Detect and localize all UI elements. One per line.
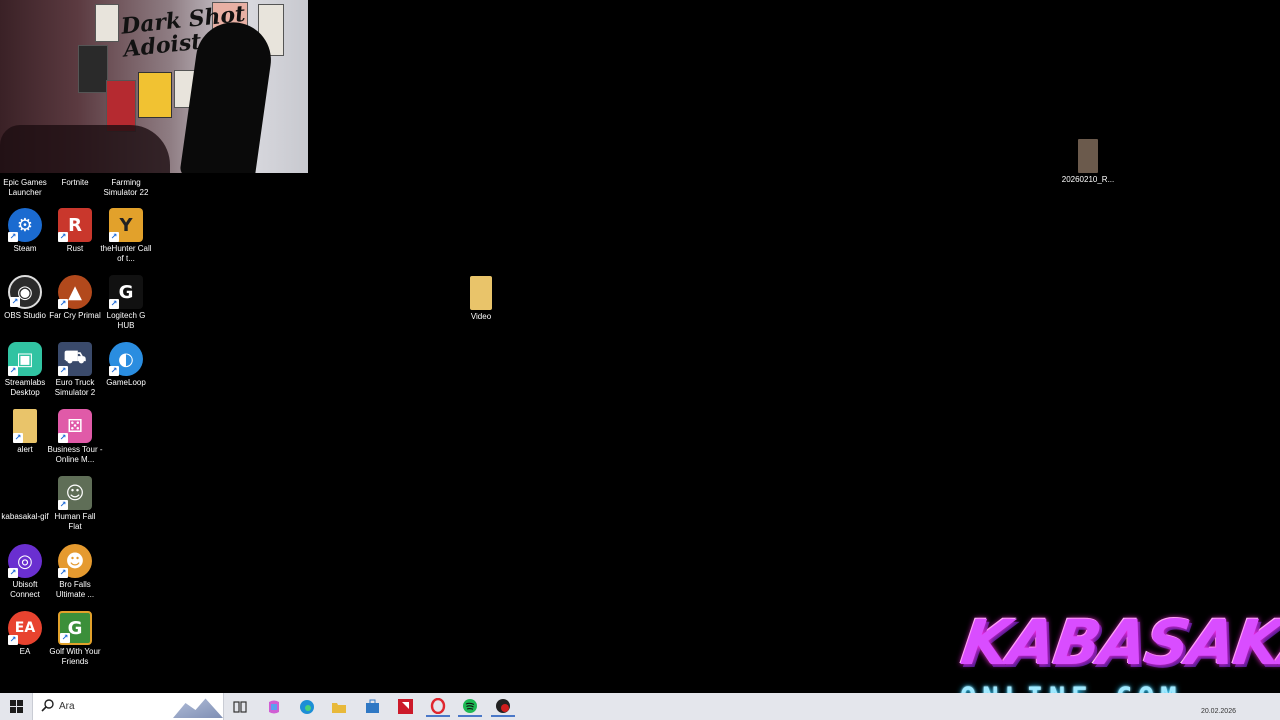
desktop-icon-alert[interactable]: ↗ alert — [0, 409, 53, 455]
streamlabs-icon: ▣ ↗ — [8, 342, 42, 376]
windows-logo-icon — [9, 700, 23, 713]
desktop-icon-logitech[interactable]: G ↗ Logitech G HUB — [98, 275, 154, 331]
store-icon — [365, 699, 379, 713]
taskbar-file-explorer[interactable] — [327, 696, 351, 717]
desktop-icon-euro-truck[interactable]: ⛟ ↗ Euro Truck Simulator 2 — [47, 342, 103, 398]
desktop-icon-rust[interactable]: R ↗ Rust — [47, 208, 103, 254]
start-button[interactable] — [4, 696, 28, 717]
ea-icon: EA ↗ — [8, 611, 42, 645]
desktop-icon-human-fall-flat[interactable]: ☺ ↗ Human Fall Flat — [47, 476, 103, 532]
amd-icon — [397, 699, 413, 714]
desktop-icon-steam[interactable]: ⚙ ↗ Steam — [0, 208, 53, 254]
alert-icon: ↗ — [13, 409, 37, 443]
obs-icon: ◉ ↗ — [8, 275, 42, 309]
steam-icon: ⚙ ↗ — [8, 208, 42, 242]
desktop-icon-kabasakal-gif[interactable]: kabasakal-gif — [0, 476, 53, 522]
folder-icon — [470, 276, 492, 310]
human-fall-flat-icon: ☺ ↗ — [58, 476, 92, 510]
taskbar-edge[interactable] — [295, 696, 319, 717]
logitech-g-icon: G ↗ — [109, 275, 143, 309]
taskbar-task-view[interactable] — [228, 696, 252, 717]
desktop-icon-video-folder[interactable]: Video — [453, 276, 509, 322]
desktop-icon-obs[interactable]: ◉ ↗ OBS Studio — [0, 275, 53, 321]
edge-icon — [300, 699, 314, 714]
taskbar-copilot[interactable] — [262, 696, 286, 717]
thehunter-icon: Y ↗ — [109, 208, 143, 242]
business-tour-icon: ⚄ ↗ — [58, 409, 92, 443]
record-icon — [496, 698, 510, 713]
taskbar-store[interactable] — [360, 696, 384, 717]
system-tray: 20.02.2026 — [1046, 697, 1276, 717]
desktop-icon-fortnite[interactable]: Fortnite — [47, 142, 103, 188]
opera-icon — [430, 697, 446, 714]
desktop-icon-bro-falls[interactable]: ☻ ↗ Bro Falls Ultimate ... — [47, 544, 103, 600]
desktop-icon-golf-with-friends[interactable]: G ↗ Golf With Your Friends — [47, 611, 103, 667]
desktop-icon-ea[interactable]: EA ↗ EA — [0, 611, 53, 657]
euro-truck-icon: ⛟ ↗ — [58, 342, 92, 376]
taskbar-search[interactable]: Ara — [32, 693, 224, 720]
desktop-icon-ubisoft[interactable]: ◎ ↗ Ubisoft Connect — [0, 544, 53, 600]
taskbar-amd-software[interactable] — [393, 696, 417, 717]
taskbar: Ara 20.02.2026 — [0, 693, 1280, 720]
golf-with-friends-icon: G ↗ — [58, 611, 92, 645]
ubisoft-icon: ◎ ↗ — [8, 544, 42, 578]
spotify-icon — [463, 698, 477, 713]
search-icon — [41, 699, 54, 712]
desktop-icon-epic-games[interactable]: Epic Games Launcher — [0, 142, 53, 198]
desktop-icon-thehunter[interactable]: Y ↗ theHunter Call of t... — [98, 208, 154, 264]
search-highlight-image — [173, 698, 223, 718]
task-view-icon — [233, 700, 247, 713]
taskbar-opera[interactable] — [426, 696, 450, 717]
warning-sign-icon — [138, 72, 172, 118]
image-file-icon — [1078, 139, 1098, 173]
gif-file-icon — [8, 476, 42, 510]
desktop-icon-far-cry-primal[interactable]: ▲ ↗ Far Cry Primal — [47, 275, 103, 321]
folder-icon — [332, 702, 346, 713]
taskbar-recorder[interactable] — [491, 696, 515, 717]
rust-icon: R ↗ — [58, 208, 92, 242]
tray-date: 20.02.2026 — [1200, 708, 1236, 715]
desktop-icon-farming-simulator[interactable]: Farming Simulator 22 — [98, 142, 154, 198]
desktop-icon-gameloop[interactable]: ◐ ↗ GameLoop — [98, 342, 154, 388]
bro-falls-icon: ☻ ↗ — [58, 544, 92, 578]
desktop-icon-streamlabs[interactable]: ▣ ↗ Streamlabs Desktop — [0, 342, 53, 398]
search-placeholder: Ara — [59, 701, 75, 712]
gameloop-icon: ◐ ↗ — [109, 342, 143, 376]
copilot-icon — [269, 700, 279, 713]
desktop-icon-business-tour[interactable]: ⚄ ↗ Business Tour - Online M... — [47, 409, 103, 465]
taskbar-spotify[interactable] — [458, 696, 482, 717]
far-cry-primal-icon: ▲ ↗ — [58, 275, 92, 309]
desktop-icon-image-file[interactable]: 20260210_R... — [1060, 139, 1116, 185]
